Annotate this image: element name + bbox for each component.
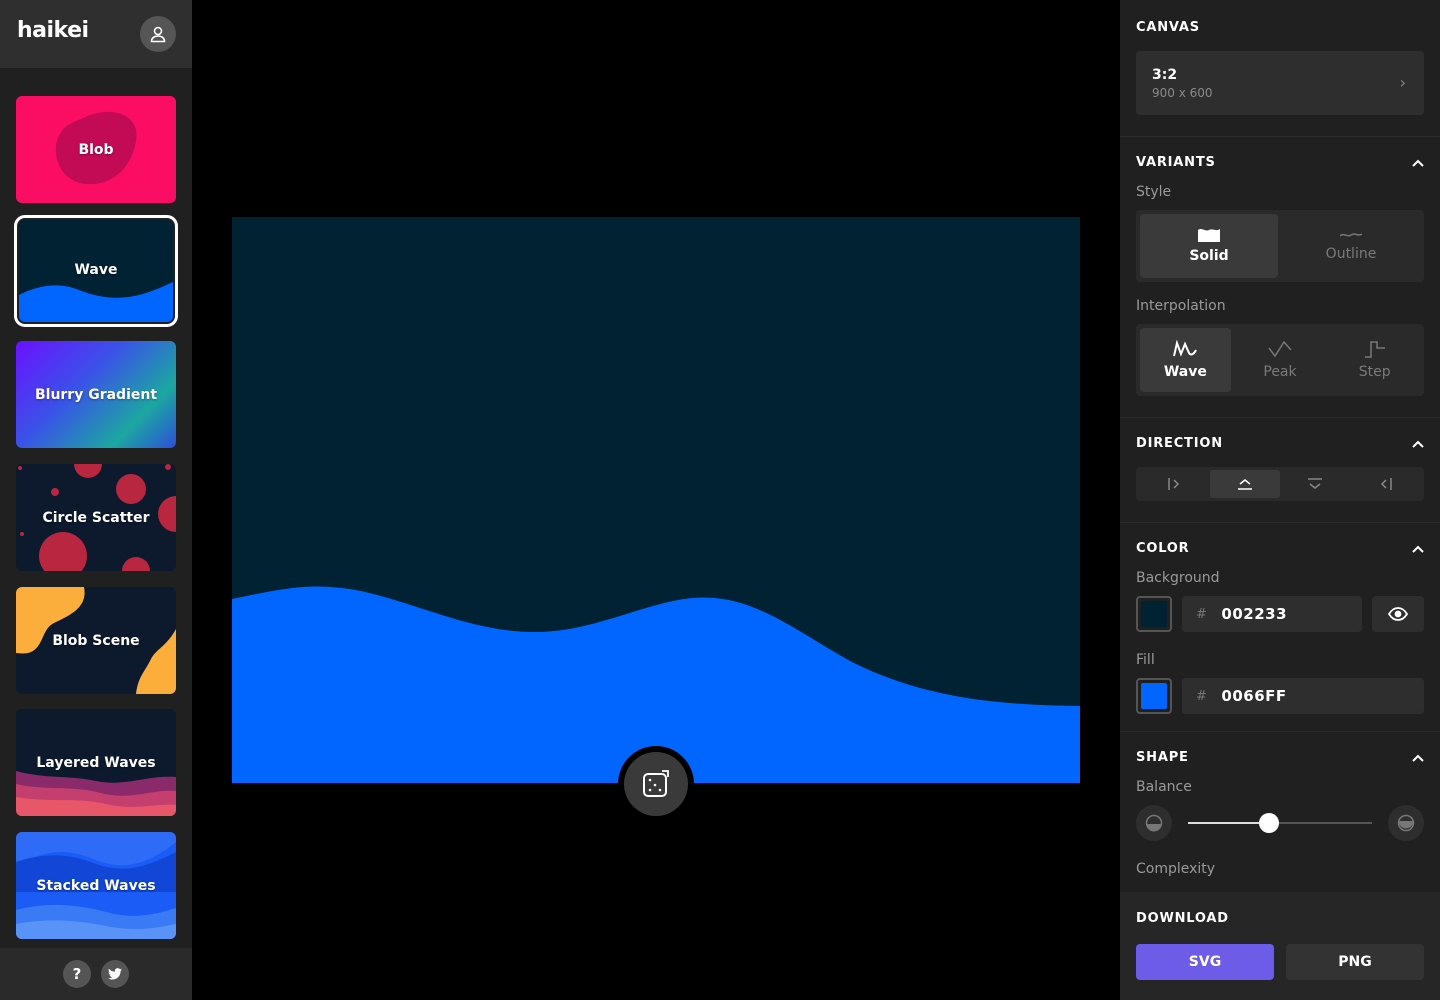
variants-section-title: VARIANTS bbox=[1136, 155, 1216, 170]
direction-top-icon bbox=[1308, 478, 1323, 489]
twitter-button[interactable] bbox=[101, 960, 129, 988]
help-icon: ? bbox=[72, 965, 82, 983]
background-label: Background bbox=[1136, 570, 1220, 586]
sidebar-footer: ? bbox=[0, 948, 192, 1000]
randomize-button[interactable] bbox=[618, 746, 694, 822]
download-section: DOWNLOAD SVG PNG bbox=[1120, 892, 1440, 1000]
interpolation-segmented-control: Wave Peak Step bbox=[1136, 324, 1424, 396]
twitter-icon bbox=[108, 968, 122, 980]
outline-wave-icon bbox=[1340, 233, 1362, 237]
wave-interp-icon bbox=[1173, 340, 1198, 357]
download-svg-button[interactable]: SVG bbox=[1136, 944, 1274, 980]
balance-label: Balance bbox=[1136, 779, 1192, 795]
eye-icon bbox=[1388, 607, 1408, 621]
generator-card-blob[interactable]: Blob bbox=[16, 96, 176, 203]
generator-card-circle-scatter[interactable]: Circle Scatter bbox=[16, 464, 176, 571]
interpolation-option-step[interactable]: Step bbox=[1329, 328, 1420, 392]
help-button[interactable]: ? bbox=[63, 960, 91, 988]
generator-card-blurry-gradient[interactable]: Blurry Gradient bbox=[16, 341, 176, 448]
fill-hex-input[interactable]: # 0066FF bbox=[1182, 678, 1424, 714]
shape-sidebar: haikei Blob Wave Blurry Gradient Circle … bbox=[0, 0, 192, 1000]
background-color-row: # 002233 bbox=[1136, 596, 1424, 632]
generator-card-label: Wave bbox=[74, 262, 118, 278]
color-section-title: COLOR bbox=[1136, 541, 1190, 556]
background-color-swatch[interactable] bbox=[1136, 596, 1172, 632]
balance-high-icon bbox=[1388, 805, 1424, 841]
user-account-button[interactable] bbox=[140, 16, 176, 52]
fill-color-row: # 0066FF bbox=[1136, 678, 1424, 714]
wave-artboard bbox=[232, 217, 1080, 783]
direction-section-title: DIRECTION bbox=[1136, 436, 1223, 451]
canvas-ratio: 3:2 bbox=[1152, 67, 1178, 83]
app-logo[interactable]: haikei bbox=[17, 18, 89, 43]
direction-segmented-control bbox=[1136, 467, 1424, 501]
chevron-up-icon[interactable] bbox=[1412, 440, 1424, 448]
solid-wave-icon bbox=[1198, 229, 1220, 242]
download-section-title: DOWNLOAD bbox=[1136, 911, 1229, 926]
generator-card-label: Blob bbox=[78, 141, 114, 158]
chevron-up-icon[interactable] bbox=[1412, 754, 1424, 762]
generator-card-label: Blurry Gradient bbox=[34, 386, 158, 403]
fill-color-swatch[interactable] bbox=[1136, 678, 1172, 714]
canvas-section: CANVAS 3:2 900 x 600 › bbox=[1120, 0, 1440, 137]
generator-card-wave[interactable]: Wave bbox=[14, 215, 178, 327]
generator-card-label: Blob Scene bbox=[52, 632, 140, 649]
canvas-dimensions: 900 x 600 bbox=[1152, 86, 1213, 100]
canvas-size-selector[interactable]: 3:2 900 x 600 › bbox=[1136, 51, 1424, 115]
balance-slider[interactable] bbox=[1188, 813, 1372, 833]
generator-list: Blob Wave Blurry Gradient Circle Scatter… bbox=[0, 68, 192, 948]
direction-left-icon bbox=[1168, 478, 1180, 490]
shape-section-title: SHAPE bbox=[1136, 750, 1189, 765]
direction-section: DIRECTION bbox=[1120, 418, 1440, 523]
balance-slider-row bbox=[1136, 805, 1424, 841]
canvas-section-title: CANVAS bbox=[1136, 20, 1200, 35]
dice-icon bbox=[643, 770, 669, 797]
interpolation-option-wave[interactable]: Wave bbox=[1140, 328, 1231, 392]
generator-card-label: Layered Waves bbox=[36, 754, 156, 771]
generator-card-label: Stacked Waves bbox=[36, 877, 156, 894]
toggle-background-visibility-button[interactable] bbox=[1372, 596, 1424, 632]
chevron-up-icon[interactable] bbox=[1412, 159, 1424, 167]
user-icon bbox=[150, 26, 166, 43]
complexity-label: Complexity bbox=[1136, 861, 1216, 877]
canvas-stage bbox=[192, 0, 1120, 1000]
generator-card-label: Circle Scatter bbox=[42, 509, 150, 526]
download-png-button[interactable]: PNG bbox=[1286, 944, 1424, 980]
direction-bottom-icon bbox=[1237, 479, 1252, 490]
style-option-solid[interactable]: Solid bbox=[1140, 214, 1278, 278]
shape-section: SHAPE Balance Complexity bbox=[1120, 732, 1440, 892]
style-label: Style bbox=[1136, 184, 1172, 200]
fill-label: Fill bbox=[1136, 652, 1155, 668]
direction-right-icon bbox=[1380, 478, 1392, 490]
variants-section: VARIANTS Style Solid Outline Interpolati… bbox=[1120, 137, 1440, 418]
direction-right-option[interactable] bbox=[1351, 470, 1422, 498]
chevron-right-icon: › bbox=[1399, 73, 1406, 92]
color-section: COLOR Background # 002233 Fill # 0066FF bbox=[1120, 523, 1440, 732]
peak-interp-icon bbox=[1268, 340, 1292, 358]
step-interp-icon bbox=[1364, 341, 1385, 358]
style-segmented-control: Solid Outline bbox=[1136, 210, 1424, 282]
generator-card-stacked-waves[interactable]: Stacked Waves bbox=[16, 832, 176, 939]
generator-card-layered-waves[interactable]: Layered Waves bbox=[16, 709, 176, 816]
generator-card-blob-scene[interactable]: Blob Scene bbox=[16, 587, 176, 694]
direction-top-option[interactable] bbox=[1280, 470, 1351, 498]
settings-panel: CANVAS 3:2 900 x 600 › VARIANTS Style So… bbox=[1120, 0, 1440, 1000]
balance-low-icon bbox=[1136, 805, 1172, 841]
balance-slider-thumb[interactable] bbox=[1258, 813, 1279, 833]
chevron-up-icon[interactable] bbox=[1412, 545, 1424, 553]
direction-bottom-option[interactable] bbox=[1209, 470, 1280, 498]
style-option-outline[interactable]: Outline bbox=[1282, 214, 1420, 278]
interpolation-option-peak[interactable]: Peak bbox=[1235, 328, 1326, 392]
interpolation-label: Interpolation bbox=[1136, 298, 1226, 314]
sidebar-header: haikei bbox=[0, 0, 192, 68]
direction-left-option[interactable] bbox=[1139, 470, 1210, 498]
background-hex-input[interactable]: # 002233 bbox=[1182, 596, 1362, 632]
